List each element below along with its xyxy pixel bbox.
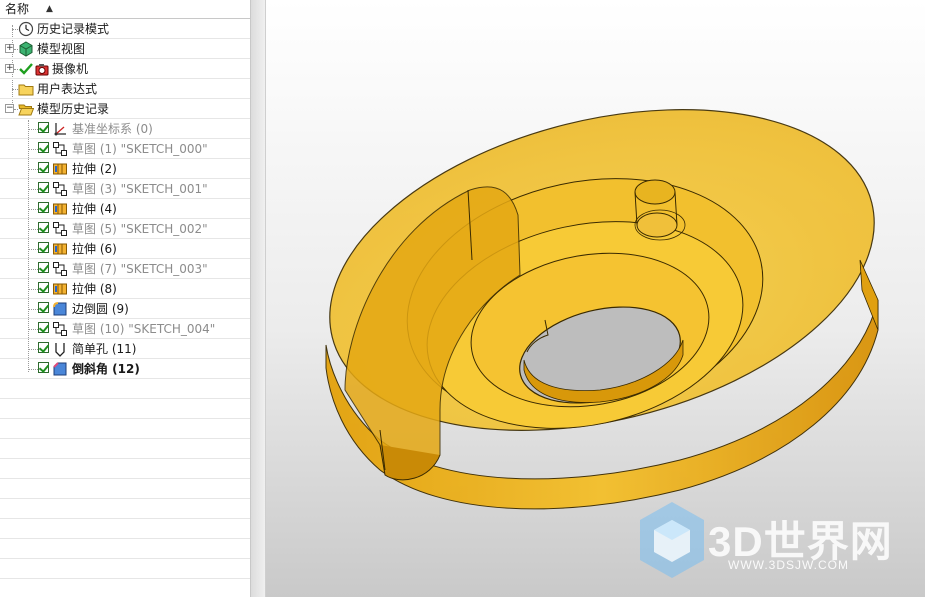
sketch-icon — [53, 222, 67, 236]
simple-hole-icon — [55, 343, 65, 357]
tree-item-label: 草图 (10) "SKETCH_004" — [72, 322, 216, 336]
visibility-checkbox[interactable] — [38, 142, 49, 153]
clock-icon — [18, 21, 34, 37]
empty-row — [0, 579, 250, 597]
tree-item-label: 倒斜角 (12) — [72, 362, 140, 376]
column-header-name[interactable]: 名称 ▲ — [0, 0, 250, 19]
tree-row-history-mode[interactable]: 历史记录模式 — [0, 19, 250, 39]
cube-logo-icon — [640, 502, 704, 578]
empty-row — [0, 559, 250, 579]
visibility-checkbox[interactable] — [38, 362, 49, 373]
tree-row-feature[interactable]: 草图 (10) "SKETCH_004" — [0, 319, 250, 339]
tree-item-label: 拉伸 (8) — [72, 282, 117, 296]
site-watermark: 3D世界网 WWW.3DSJW.COM — [636, 498, 916, 588]
visibility-checkbox[interactable] — [38, 342, 49, 353]
sort-ascending-icon[interactable]: ▲ — [46, 0, 53, 18]
expand-plus-icon[interactable]: + — [5, 44, 14, 53]
sketch-icon — [53, 182, 67, 196]
camera-icon — [35, 64, 49, 76]
visibility-checkbox[interactable] — [38, 182, 49, 193]
tree-row-feature[interactable]: 倒斜角 (12) — [0, 359, 250, 379]
tree-item-label: 草图 (1) "SKETCH_000" — [72, 142, 208, 156]
tree-item-label: 基准坐标系 (0) — [72, 122, 153, 136]
watermark-url: WWW.3DSJW.COM — [728, 558, 849, 572]
empty-row — [0, 399, 250, 419]
extrude-icon — [53, 203, 67, 215]
extrude-icon — [53, 283, 67, 295]
tree-item-label: 拉伸 (2) — [72, 162, 117, 176]
tree-row-camera[interactable]: + 摄像机 — [0, 59, 250, 79]
tree-row-model-history[interactable]: − 模型历史记录 — [0, 99, 250, 119]
tree-item-label: 草图 (7) "SKETCH_003" — [72, 262, 208, 276]
tree-row-feature[interactable]: 简单孔 (11) — [0, 339, 250, 359]
tree-item-label: 草图 (5) "SKETCH_002" — [72, 222, 208, 236]
tree-item-label: 摄像机 — [52, 62, 89, 76]
visibility-checkbox[interactable] — [38, 302, 49, 313]
tree-row-feature[interactable]: 拉伸 (4) — [0, 199, 250, 219]
folder-icon — [18, 84, 34, 96]
tree-item-label: 草图 (3) "SKETCH_001" — [72, 182, 208, 196]
empty-row — [0, 379, 250, 399]
tree-row-feature[interactable]: 拉伸 (6) — [0, 239, 250, 259]
folder-open-icon — [18, 104, 34, 116]
datum-csys-icon — [54, 123, 66, 136]
visibility-checkbox[interactable] — [38, 242, 49, 253]
visibility-checkbox[interactable] — [38, 122, 49, 133]
sketch-icon — [53, 322, 67, 336]
tree-row-feature[interactable]: 草图 (5) "SKETCH_002" — [0, 219, 250, 239]
edge-blend-icon — [53, 302, 67, 316]
tree-row-feature[interactable]: 拉伸 (8) — [0, 279, 250, 299]
empty-row — [0, 419, 250, 439]
tree-item-label: 历史记录模式 — [37, 22, 110, 36]
empty-row — [0, 479, 250, 499]
tree-row-feature[interactable]: 草图 (3) "SKETCH_001" — [0, 179, 250, 199]
tree-row-feature[interactable]: 边倒圆 (9) — [0, 299, 250, 319]
tree-row-user-expressions[interactable]: 用户表达式 — [0, 79, 250, 99]
column-header-label: 名称 — [5, 2, 30, 16]
empty-row — [0, 459, 250, 479]
visibility-checkbox[interactable] — [38, 202, 49, 213]
extrude-icon — [53, 163, 67, 175]
chamfer-icon — [53, 362, 67, 376]
tree-row-feature[interactable]: 草图 (7) "SKETCH_003" — [0, 259, 250, 279]
tree-item-label: 边倒圆 (9) — [72, 302, 129, 316]
tree-row-feature[interactable]: 基准坐标系 (0) — [0, 119, 250, 139]
empty-row — [0, 499, 250, 519]
empty-row — [0, 519, 250, 539]
part-navigator: 名称 ▲ 历史记录模式 + 模型视图 + 摄像机 用户表达式 − 模型历史记录 … — [0, 0, 251, 597]
visibility-checkbox[interactable] — [38, 322, 49, 333]
visibility-checkbox[interactable] — [38, 262, 49, 273]
tree-row-feature[interactable]: 拉伸 (2) — [0, 159, 250, 179]
check-mark-icon — [19, 63, 33, 75]
tree-item-label: 简单孔 (11) — [72, 342, 137, 356]
visibility-checkbox[interactable] — [38, 222, 49, 233]
empty-row — [0, 539, 250, 559]
tree-item-label: 模型历史记录 — [37, 102, 110, 116]
sketch-icon — [53, 262, 67, 276]
graphics-window[interactable]: 3D世界网 WWW.3DSJW.COM — [251, 0, 925, 597]
tree-item-label: 拉伸 (4) — [72, 202, 117, 216]
tree-item-label: 拉伸 (6) — [72, 242, 117, 256]
sketch-icon — [53, 142, 67, 156]
collapse-minus-icon[interactable]: − — [5, 104, 14, 113]
tree-row-feature[interactable]: 草图 (1) "SKETCH_000" — [0, 139, 250, 159]
empty-row — [0, 439, 250, 459]
expand-plus-icon[interactable]: + — [5, 64, 14, 73]
visibility-checkbox[interactable] — [38, 282, 49, 293]
model-views-icon — [19, 41, 33, 57]
tree-row-model-views[interactable]: + 模型视图 — [0, 39, 250, 59]
visibility-checkbox[interactable] — [38, 162, 49, 173]
extrude-icon — [53, 243, 67, 255]
tree-item-label: 模型视图 — [37, 42, 86, 56]
tree-item-label: 用户表达式 — [37, 82, 98, 96]
